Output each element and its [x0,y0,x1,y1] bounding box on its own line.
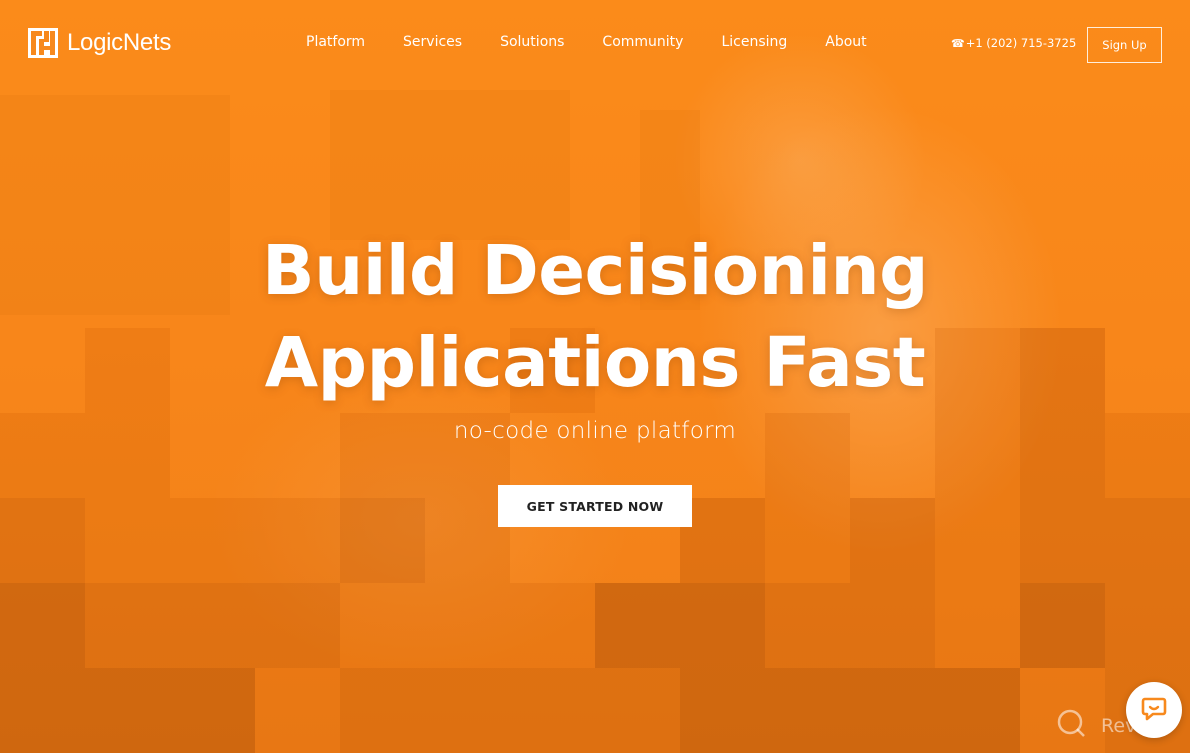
mosaic-tile [935,498,1020,583]
logo-link[interactable]: LogicNets [28,28,171,58]
phone-link[interactable]: ☎ +1 (202) 715-3725 [951,36,1076,50]
mosaic-tile [170,498,255,583]
mosaic-tile [0,668,85,753]
revain-logo-icon [1055,707,1087,744]
chat-bubble-icon [1140,694,1168,726]
mosaic-tile [850,583,935,668]
mosaic-tile [1105,583,1190,668]
mosaic-tile [340,583,425,668]
brand-name: LogicNets [67,29,172,56]
mosaic-tile [340,668,425,753]
mosaic-tile [765,668,850,753]
mosaic-tile [255,583,340,668]
mosaic-tile [85,498,170,583]
mosaic-tile [510,583,595,668]
hero-title-line-1: Build Decisioning [262,231,928,311]
mosaic-tile [170,583,255,668]
logicnets-logo-icon [28,28,58,58]
mosaic-tile [1105,498,1190,583]
mosaic-tile [680,583,765,668]
nav-licensing[interactable]: Licensing [721,34,787,50]
mosaic-tile [85,583,170,668]
mosaic-tile [1020,498,1105,583]
mosaic-tile [595,668,680,753]
mosaic-tile [425,668,510,753]
nav-community[interactable]: Community [602,34,683,50]
hero-title-line-2: Applications Fast [264,323,926,403]
mosaic-tile [0,583,85,668]
nav-solutions[interactable]: Solutions [500,34,564,50]
site-header: LogicNets Platform Services Solutions Co… [0,0,1190,90]
get-started-button[interactable]: GET STARTED NOW [498,485,692,527]
mosaic-tile [595,583,680,668]
mosaic-tile [765,583,850,668]
main-nav: Platform Services Solutions Community Li… [306,34,905,50]
mosaic-tile [510,668,595,753]
mosaic-tile [170,668,255,753]
mosaic-tile [935,668,1020,753]
phone-number: +1 (202) 715-3725 [965,36,1077,50]
mosaic-tile [340,498,425,583]
mosaic-tile [0,498,85,583]
mosaic-tile [680,668,765,753]
mosaic-tile [425,583,510,668]
nav-platform[interactable]: Platform [306,34,365,50]
mosaic-tile [850,498,935,583]
sign-up-button[interactable]: Sign Up [1087,27,1162,63]
mosaic-tile [1020,583,1105,668]
nav-about[interactable]: About [825,34,866,50]
nav-services[interactable]: Services [403,34,462,50]
mosaic-tile [255,668,340,753]
chat-widget-button[interactable] [1126,682,1182,738]
hero-subtitle: no-code online platform [453,418,737,444]
phone-icon: ☎ [951,36,965,50]
mosaic-tile [85,668,170,753]
mosaic-tile [255,498,340,583]
mosaic-tile [765,498,850,583]
mosaic-tile [680,498,765,583]
mosaic-tile [850,668,935,753]
mosaic-tile [935,583,1020,668]
